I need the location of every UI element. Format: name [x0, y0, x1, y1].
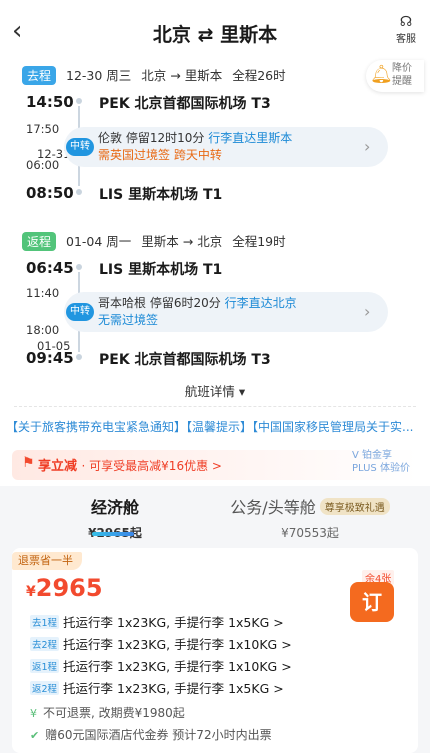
inbound-transfer-city: 哥本哈根: [98, 296, 147, 310]
page-title: 北京 ⇄ 里斯本: [152, 24, 278, 46]
flight-details-link[interactable]: 航班详情 ▾: [0, 381, 430, 400]
inbound-route: 里斯本 → 北京: [141, 234, 223, 249]
outbound-transfer-city: 伦敦: [98, 131, 123, 145]
leg-tag: 返2程: [30, 681, 60, 695]
book-button[interactable]: 订: [350, 582, 394, 622]
baggage-text: 托运行李 1x23KG, 手提行李 1x10KG >: [63, 637, 292, 652]
price-alert-line1: 降价: [392, 63, 412, 74]
inbound-transfer-stay: 停留6时20分: [149, 296, 221, 310]
promo-subtitle: · 可享受最高减¥16优惠 >: [81, 459, 222, 473]
outbound-transfer-note2: 跨天中转: [173, 148, 222, 162]
inbound-dep-time: 06:45: [26, 259, 74, 277]
inbound-arr-airport: PEK 北京首都国际机场 T3: [99, 352, 271, 368]
chevron-right-icon: ›: [364, 302, 371, 321]
leg-tag: 去1程: [30, 615, 60, 629]
outbound-transfer-arr-time: 17:50: [26, 122, 60, 136]
voucher-policy-text: 赠60元国际酒店代金券 预计72小时内出票: [45, 728, 272, 742]
price-alert-label: 降价 提醒: [392, 62, 424, 88]
bell-icon: 🔔︎: [370, 64, 393, 85]
customer-service-button[interactable]: ☊ 客服: [388, 14, 424, 45]
vip-badge: 尊享极致礼遇: [319, 498, 390, 515]
tab-active-indicator: [92, 532, 134, 536]
timeline-dot: [76, 264, 82, 270]
baggage-row[interactable]: 去2程 托运行李 1x23KG, 手提行李 1x10KG >: [30, 634, 292, 653]
timeline-dot: [76, 354, 82, 360]
outbound-arr-airport: LIS 里斯本机场 T1: [99, 187, 223, 203]
plus-line2: PLUS 体验价: [352, 463, 410, 474]
outbound-date: 12-30 周三: [66, 68, 132, 83]
offer-price: ¥2965: [26, 574, 103, 602]
notice-banner[interactable]: 【关于旅客携带充电宝紧急通知】【温馨提示】【中国国家移民管理局关于实...: [0, 418, 430, 438]
outbound-dep-time: 14:50: [26, 93, 74, 111]
outbound-route: 北京 → 里斯本: [141, 68, 223, 83]
divider: [14, 406, 416, 407]
leg-tag: 去2程: [30, 637, 60, 651]
leg-tag: 返1程: [30, 659, 60, 673]
outbound-transfer-line2: 需英国过境签 跨天中转: [98, 147, 292, 164]
business-label: 公务/头等舱 尊享极致礼遇: [220, 494, 400, 518]
inbound-transfer-baggage: 行李直达北京: [224, 296, 297, 310]
timeline-dot: [76, 189, 82, 195]
outbound-transfer-info: 伦敦 停留12时10分 行李直达里斯本 需英国过境签 跨天中转: [98, 130, 292, 164]
outbound-transfer-dep-time: 06:00: [26, 158, 60, 172]
inbound-transfer-dep-time: 18:00: [26, 323, 60, 337]
outbound-transfer-badge: 中转: [66, 138, 94, 156]
baggage-row[interactable]: 返2程 托运行李 1x23KG, 手提行李 1x5KG >: [30, 678, 284, 697]
inbound-duration: 全程19时: [232, 234, 286, 249]
plus-line1: V 铂金享: [352, 450, 393, 461]
baggage-row[interactable]: 返1程 托运行李 1x23KG, 手提行李 1x10KG >: [30, 656, 292, 675]
inbound-summary: 返程 01-04 周一 里斯本 → 北京 全程19时: [22, 231, 292, 251]
currency-symbol: ¥: [26, 584, 36, 600]
inbound-arr-time: 09:45: [26, 349, 74, 367]
inbound-transfer-info: 哥本哈根 停留6时20分 行李直达北京 无需过境签: [98, 295, 297, 329]
timeline-dot: [76, 98, 82, 104]
refund-badge: 退票省一半: [12, 552, 82, 570]
headset-icon: ☊: [399, 14, 413, 30]
baggage-text: 托运行李 1x23KG, 手提行李 1x5KG >: [63, 681, 284, 696]
tab-business-first[interactable]: 公务/头等舱 尊享极致礼遇 ¥70553起: [220, 494, 400, 541]
plus-badge[interactable]: V 铂金享 PLUS 体验价: [352, 449, 412, 475]
voucher-policy: ✔ 赠60元国际酒店代金券 预计72小时内出票: [30, 726, 272, 743]
inbound-transfer-badge: 中转: [66, 303, 94, 321]
inbound-transfer-line2: 无需过境签: [98, 312, 297, 329]
outbound-transfer-baggage: 行李直达里斯本: [208, 131, 293, 145]
promo-text: 享立减 · 可享受最高减¥16优惠 >: [38, 455, 222, 474]
promo-title: 享立减: [38, 459, 78, 474]
baggage-text: 托运行李 1x23KG, 手提行李 1x5KG >: [63, 615, 284, 630]
economy-label: 经济舱: [90, 498, 139, 517]
inbound-transfer-arr-time: 11:40: [26, 286, 60, 300]
baggage-text: 托运行李 1x23KG, 手提行李 1x10KG >: [63, 659, 292, 674]
outbound-arr-time: 08:50: [26, 184, 74, 202]
inbound-transfer-line1: 哥本哈根 停留6时20分 行李直达北京: [98, 295, 297, 312]
business-name: 公务/头等舱: [230, 498, 316, 517]
outbound-transfer-stay: 停留12时10分: [125, 131, 205, 145]
price-value: 2965: [35, 574, 103, 602]
check-icon: ✔: [30, 729, 40, 742]
inbound-dep-airport: LIS 里斯本机场 T1: [99, 262, 223, 278]
refund-policy-text: 不可退票, 改期费¥1980起: [43, 706, 185, 720]
outbound-summary: 去程 12-30 周三 北京 → 里斯本 全程26时: [22, 65, 292, 85]
outbound-duration: 全程26时: [232, 68, 286, 83]
discount-icon: ⚑: [22, 455, 35, 471]
price-alert-line2: 提醒: [392, 76, 412, 87]
outbound-tag: 去程: [22, 66, 57, 85]
outbound-transfer-line1: 伦敦 停留12时10分 行李直达里斯本: [98, 130, 292, 147]
customer-service-label: 客服: [396, 34, 416, 45]
chevron-right-icon: ›: [364, 137, 371, 156]
business-price: ¥70553起: [281, 526, 339, 540]
inbound-date: 01-04 周一: [66, 234, 132, 249]
inbound-tag: 返程: [22, 232, 57, 251]
refund-policy: ¥ 不可退票, 改期费¥1980起: [30, 704, 185, 721]
inbound-transfer-note1: 无需过境签: [98, 313, 159, 327]
yen-icon: ¥: [30, 707, 37, 720]
outbound-dep-airport: PEK 北京首都国际机场 T3: [99, 96, 271, 112]
baggage-row[interactable]: 去1程 托运行李 1x23KG, 手提行李 1x5KG >: [30, 612, 284, 631]
outbound-transfer-note1: 需英国过境签: [98, 148, 171, 162]
